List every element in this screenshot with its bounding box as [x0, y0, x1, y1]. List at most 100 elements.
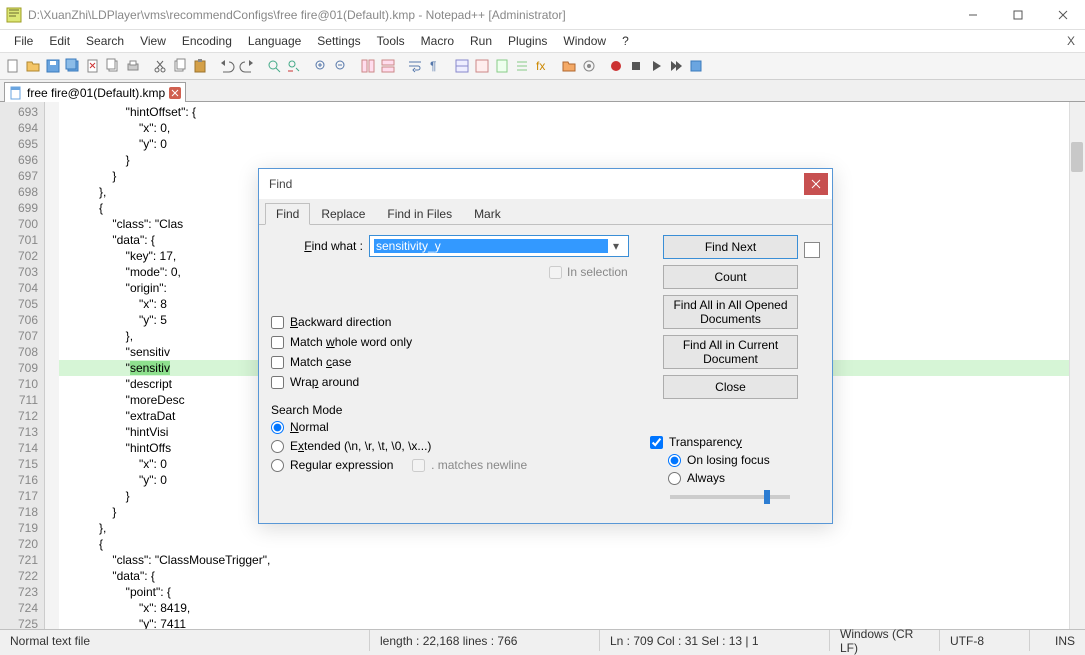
transparency-slider[interactable] — [670, 495, 790, 499]
print-icon[interactable] — [124, 57, 142, 75]
find-next-button[interactable]: Find Next — [663, 235, 798, 259]
mode-normal-radio[interactable]: Normal — [271, 420, 820, 434]
line-number-gutter: 6936946956966976986997007017027037047057… — [0, 102, 45, 629]
find-all-current-button[interactable]: Find All in Current Document — [663, 335, 798, 369]
play-multi-icon[interactable] — [667, 57, 685, 75]
undo-icon[interactable] — [218, 57, 236, 75]
menu-edit[interactable]: Edit — [41, 32, 78, 50]
redo-icon[interactable] — [238, 57, 256, 75]
find-all-opened-button[interactable]: Find All in All Opened Documents — [663, 295, 798, 329]
doc-list-icon[interactable] — [513, 57, 531, 75]
find-close-button[interactable] — [804, 173, 828, 195]
status-encoding: UTF-8 — [940, 630, 1030, 651]
indent-guide-icon[interactable] — [453, 57, 471, 75]
func-list-icon[interactable]: fx — [533, 57, 551, 75]
find-dialog: Find Find Replace Find in Files Mark Fin… — [258, 168, 833, 524]
trans-always-radio[interactable]: Always — [668, 471, 820, 485]
find-dialog-title: Find — [269, 177, 292, 191]
find-what-label: Find what : — [271, 239, 369, 253]
minimize-button[interactable] — [950, 0, 995, 30]
menu-tools[interactable]: Tools — [369, 32, 413, 50]
menu-file[interactable]: File — [6, 32, 41, 50]
wordwrap-icon[interactable] — [406, 57, 424, 75]
vertical-scrollbar[interactable] — [1069, 102, 1085, 629]
document-tabs: free fire@01(Default).kmp — [0, 80, 1085, 102]
menu-settings[interactable]: Settings — [309, 32, 368, 50]
status-filetype: Normal text file — [0, 630, 370, 651]
save-macro-icon[interactable] — [687, 57, 705, 75]
menu-plugins[interactable]: Plugins — [500, 32, 555, 50]
menu-window[interactable]: Window — [555, 32, 614, 50]
in-selection-checkbox — [549, 266, 562, 279]
svg-text:fx: fx — [536, 59, 545, 73]
maximize-button[interactable] — [995, 0, 1040, 30]
folder-workspace-icon[interactable] — [560, 57, 578, 75]
status-mode: INS — [1030, 630, 1085, 651]
doc-map-icon[interactable] — [493, 57, 511, 75]
scrollbar-thumb[interactable] — [1071, 142, 1083, 172]
status-length: length : 22,168 lines : 766 — [370, 630, 600, 651]
sync-h-icon[interactable] — [379, 57, 397, 75]
udl-icon[interactable] — [473, 57, 491, 75]
status-position: Ln : 709 Col : 31 Sel : 13 | 1 — [600, 630, 830, 651]
sync-v-icon[interactable] — [359, 57, 377, 75]
monitoring-icon[interactable] — [580, 57, 598, 75]
show-all-chars-icon[interactable]: ¶ — [426, 57, 444, 75]
menu-encoding[interactable]: Encoding — [174, 32, 240, 50]
menu-view[interactable]: View — [132, 32, 174, 50]
copy-icon[interactable] — [171, 57, 189, 75]
menubar-close-icon[interactable]: X — [1057, 34, 1085, 48]
matches-newline-checkbox — [412, 459, 425, 472]
status-eol: Windows (CR LF) — [830, 630, 940, 651]
save-icon[interactable] — [44, 57, 62, 75]
replace-icon[interactable] — [285, 57, 303, 75]
find-tab-replace[interactable]: Replace — [310, 203, 376, 225]
zoom-out-icon[interactable] — [332, 57, 350, 75]
record-macro-icon[interactable] — [607, 57, 625, 75]
app-icon — [6, 7, 22, 23]
stop-macro-icon[interactable] — [627, 57, 645, 75]
file-icon — [9, 86, 23, 100]
paste-icon[interactable] — [191, 57, 209, 75]
save-all-icon[interactable] — [64, 57, 82, 75]
close-all-icon[interactable] — [104, 57, 122, 75]
cut-icon[interactable] — [151, 57, 169, 75]
transparency-checkbox[interactable]: Transparency — [650, 435, 820, 449]
search-mode-label: Search Mode — [271, 403, 820, 417]
find-icon[interactable] — [265, 57, 283, 75]
trans-onlosing-radio[interactable]: On losing focus — [668, 453, 820, 467]
toolbar: ¶ fx — [0, 52, 1085, 80]
tab-close-icon[interactable] — [169, 87, 181, 99]
find-tab-findinfiles[interactable]: Find in Files — [376, 203, 463, 225]
close-file-icon[interactable] — [84, 57, 102, 75]
find-tabs: Find Replace Find in Files Mark — [259, 201, 832, 225]
open-folder-icon[interactable] — [24, 57, 42, 75]
find-tab-mark[interactable]: Mark — [463, 203, 512, 225]
play-macro-icon[interactable] — [647, 57, 665, 75]
chevron-down-icon[interactable]: ▾ — [608, 239, 624, 253]
menu-search[interactable]: Search — [78, 32, 132, 50]
new-file-icon[interactable] — [4, 57, 22, 75]
window-title: D:\XuanZhi\LDPlayer\vms\recommendConfigs… — [28, 8, 950, 22]
menu-language[interactable]: Language — [240, 32, 309, 50]
title-bar: D:\XuanZhi\LDPlayer\vms\recommendConfigs… — [0, 0, 1085, 30]
find-tab-find[interactable]: Find — [265, 203, 310, 225]
menu-bar: File Edit Search View Encoding Language … — [0, 30, 1085, 52]
menu-help[interactable]: ? — [614, 32, 637, 50]
in-selection-label: In selection — [567, 265, 628, 279]
find-what-input[interactable]: sensitivity_y ▾ — [369, 235, 629, 257]
tab-active[interactable]: free fire@01(Default).kmp — [4, 82, 186, 102]
close-button[interactable] — [1040, 0, 1085, 30]
status-bar: Normal text file length : 22,168 lines :… — [0, 629, 1085, 651]
tab-label: free fire@01(Default).kmp — [27, 86, 165, 100]
menu-run[interactable]: Run — [462, 32, 500, 50]
slider-knob[interactable] — [764, 490, 770, 504]
fold-column — [45, 102, 59, 629]
count-button[interactable]: Count — [663, 265, 798, 289]
find-dialog-titlebar[interactable]: Find — [259, 169, 832, 199]
menu-macro[interactable]: Macro — [413, 32, 462, 50]
find-next-direction-checkbox[interactable] — [804, 242, 820, 258]
zoom-in-icon[interactable] — [312, 57, 330, 75]
svg-text:¶: ¶ — [430, 59, 436, 73]
find-close-btn[interactable]: Close — [663, 375, 798, 399]
